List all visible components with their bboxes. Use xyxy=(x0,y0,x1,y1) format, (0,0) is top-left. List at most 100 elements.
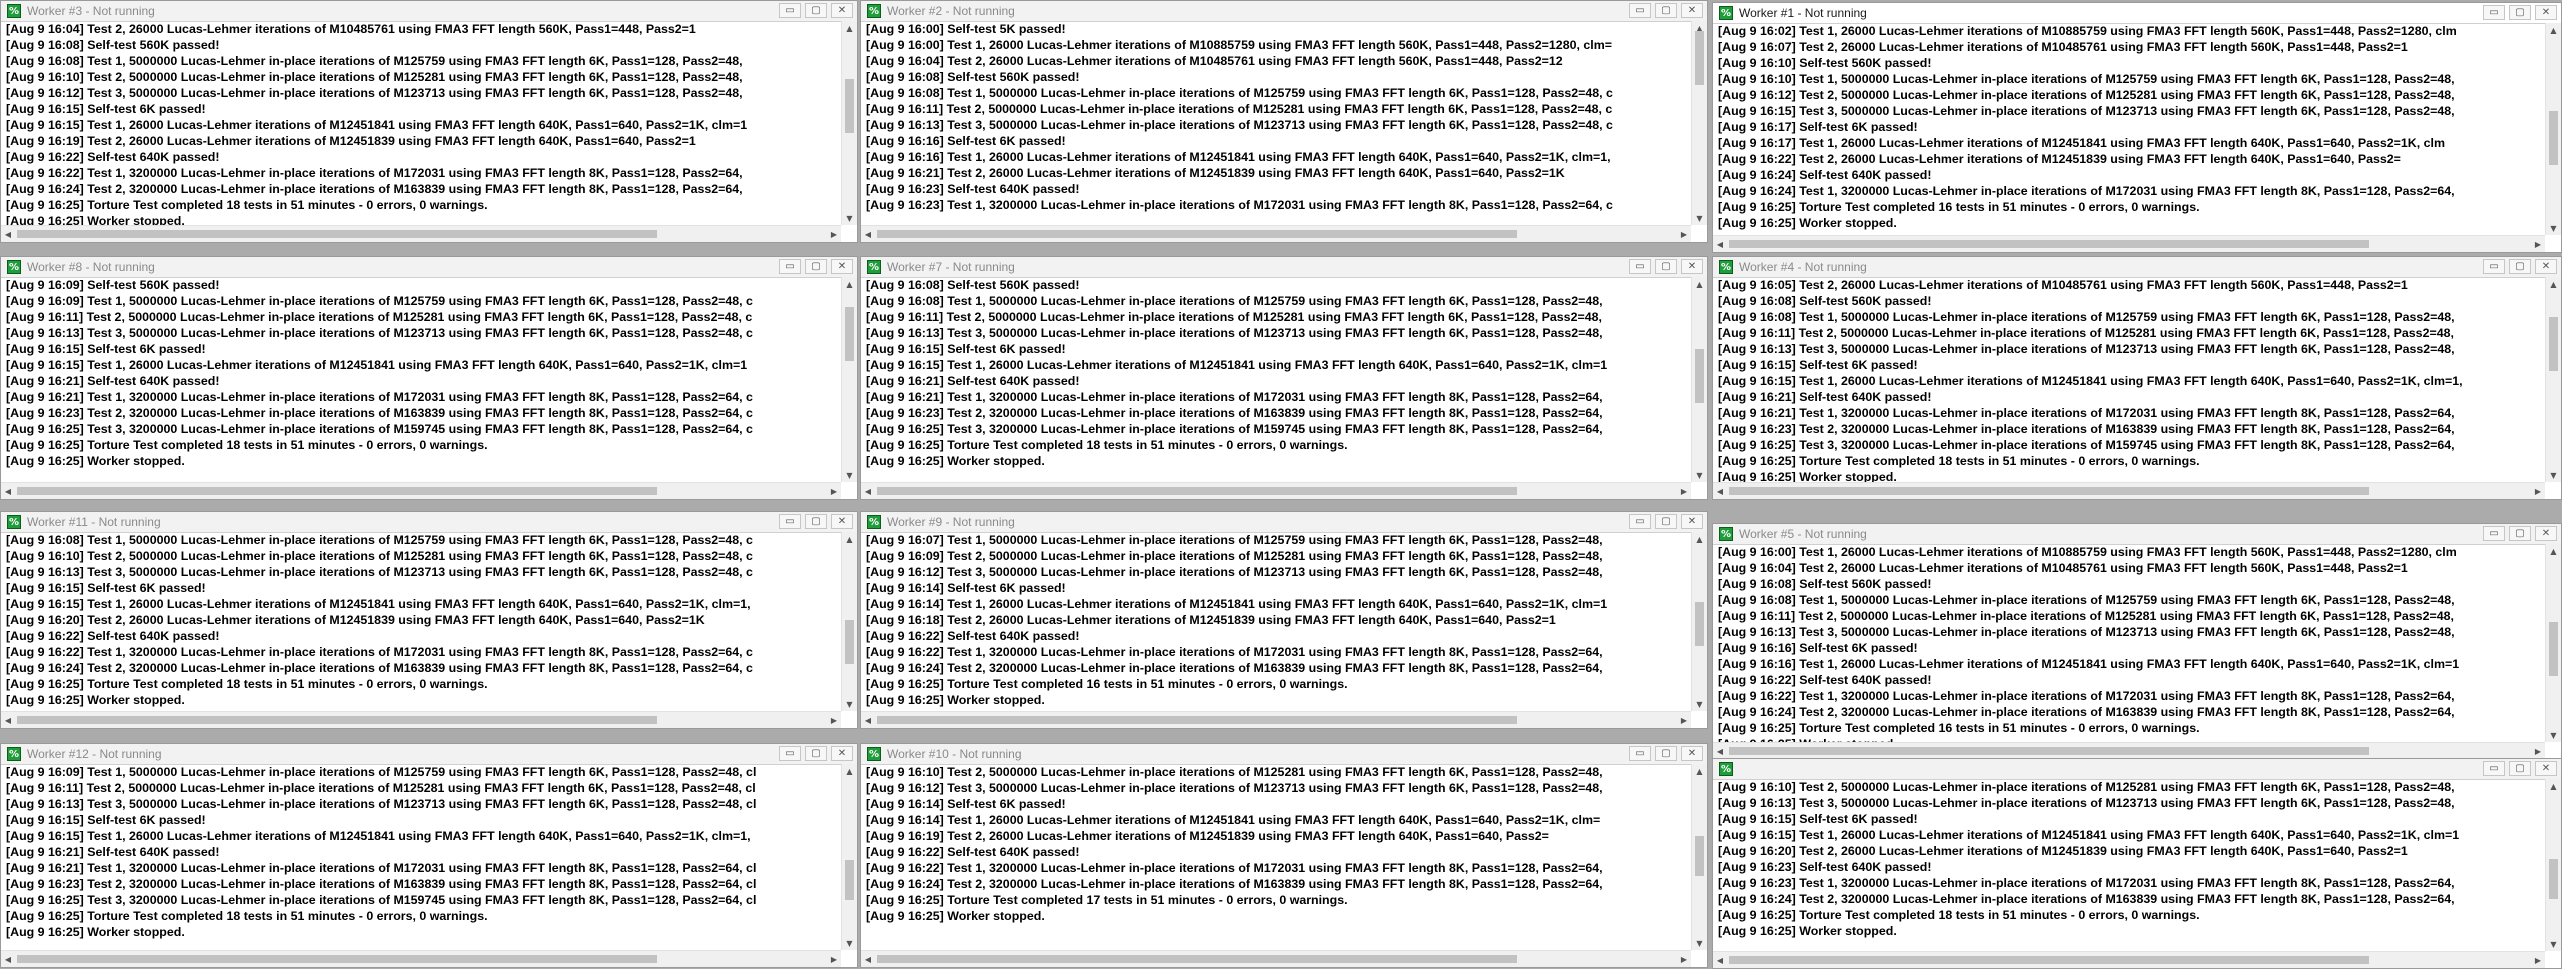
horizontal-scrollbar[interactable]: ◀ ▶ xyxy=(1,482,841,499)
minimize-button[interactable]: ▭ xyxy=(779,514,801,529)
scroll-down-icon[interactable]: ▼ xyxy=(2546,728,2561,742)
scroll-down-icon[interactable]: ▼ xyxy=(1692,697,1707,711)
scroll-down-icon[interactable]: ▼ xyxy=(2546,937,2561,951)
scroll-right-icon[interactable]: ▶ xyxy=(827,713,841,727)
close-button[interactable]: ✕ xyxy=(1681,746,1703,761)
worker-window-2[interactable]: % Worker #2 - Not running ▭ ▢ ✕ [Aug 9 16:00]… xyxy=(860,0,1708,243)
horizontal-scrollbar[interactable]: ◀ ▶ xyxy=(1713,951,2545,968)
title-bar[interactable]: % Worker #4 - Not running ▭ ▢ ✕ xyxy=(1713,257,2561,278)
vertical-scroll-thumb[interactable] xyxy=(845,79,854,133)
maximize-button[interactable]: ▢ xyxy=(805,3,827,18)
horizontal-scrollbar[interactable]: ◀ ▶ xyxy=(861,225,1691,242)
minimize-button[interactable]: ▭ xyxy=(1629,746,1651,761)
horizontal-scroll-thumb[interactable] xyxy=(877,716,1517,724)
title-bar[interactable]: % Worker #12 - Not running ▭ ▢ ✕ xyxy=(1,744,857,765)
scroll-down-icon[interactable]: ▼ xyxy=(1692,211,1707,225)
close-button[interactable]: ✕ xyxy=(1681,259,1703,274)
horizontal-scroll-thumb[interactable] xyxy=(17,487,657,495)
scroll-up-icon[interactable]: ▲ xyxy=(842,764,857,778)
title-bar[interactable]: % Worker #10 - Not running ▭ ▢ ✕ xyxy=(861,744,1707,765)
title-bar[interactable]: % Worker #2 - Not running ▭ ▢ ✕ xyxy=(861,1,1707,22)
scroll-left-icon[interactable]: ◀ xyxy=(1713,484,1727,498)
horizontal-scroll-thumb[interactable] xyxy=(877,487,1517,495)
minimize-button[interactable]: ▭ xyxy=(779,259,801,274)
maximize-button[interactable]: ▢ xyxy=(805,259,827,274)
maximize-button[interactable]: ▢ xyxy=(1655,259,1677,274)
close-button[interactable]: ✕ xyxy=(831,514,853,529)
maximize-button[interactable]: ▢ xyxy=(2509,259,2531,274)
scroll-left-icon[interactable]: ◀ xyxy=(861,227,875,241)
scroll-right-icon[interactable]: ▶ xyxy=(1677,227,1691,241)
worker-window-7[interactable]: % Worker #7 - Not running ▭ ▢ ✕ [Aug 9 16:08]… xyxy=(860,256,1708,500)
scroll-up-icon[interactable]: ▲ xyxy=(1692,277,1707,291)
close-button[interactable]: ✕ xyxy=(1681,3,1703,18)
title-bar[interactable]: % Worker #9 - Not running ▭ ▢ ✕ xyxy=(861,512,1707,533)
minimize-button[interactable]: ▭ xyxy=(2483,761,2505,776)
vertical-scroll-thumb[interactable] xyxy=(1695,349,1704,403)
close-button[interactable]: ✕ xyxy=(831,259,853,274)
horizontal-scrollbar[interactable]: ◀ ▶ xyxy=(861,482,1691,499)
scroll-right-icon[interactable]: ▶ xyxy=(827,484,841,498)
vertical-scroll-thumb[interactable] xyxy=(1695,602,1704,646)
vertical-scroll-thumb[interactable] xyxy=(2549,622,2558,676)
horizontal-scrollbar[interactable]: ◀ ▶ xyxy=(1713,742,2545,759)
scroll-left-icon[interactable]: ◀ xyxy=(1713,237,1727,251)
horizontal-scrollbar[interactable]: ◀ ▶ xyxy=(861,950,1691,967)
maximize-button[interactable]: ▢ xyxy=(2509,526,2531,541)
minimize-button[interactable]: ▭ xyxy=(2483,5,2505,20)
scroll-down-icon[interactable]: ▼ xyxy=(1692,936,1707,950)
vertical-scroll-thumb[interactable] xyxy=(1695,836,1704,876)
minimize-button[interactable]: ▭ xyxy=(2483,259,2505,274)
title-bar[interactable]: % Worker #7 - Not running ▭ ▢ ✕ xyxy=(861,257,1707,278)
maximize-button[interactable]: ▢ xyxy=(1655,746,1677,761)
title-bar[interactable]: % Worker #3 - Not running ▭ ▢ ✕ xyxy=(1,1,857,22)
title-bar[interactable]: % Worker #8 - Not running ▭ ▢ ✕ xyxy=(1,257,857,278)
scroll-left-icon[interactable]: ◀ xyxy=(861,713,875,727)
close-button[interactable]: ✕ xyxy=(2535,761,2557,776)
scroll-left-icon[interactable]: ◀ xyxy=(861,484,875,498)
title-bar[interactable]: % Worker #11 - Not running ▭ ▢ ✕ xyxy=(1,512,857,533)
scroll-up-icon[interactable]: ▲ xyxy=(2546,277,2561,291)
scroll-right-icon[interactable]: ▶ xyxy=(1677,952,1691,966)
worker-window-1[interactable]: % Worker #1 - Not running ▭ ▢ ✕ [Aug 9 16:02]… xyxy=(1712,2,2562,253)
horizontal-scrollbar[interactable]: ◀ ▶ xyxy=(861,711,1691,728)
close-button[interactable]: ✕ xyxy=(2535,526,2557,541)
scroll-down-icon[interactable]: ▼ xyxy=(2546,468,2561,482)
minimize-button[interactable]: ▭ xyxy=(1629,514,1651,529)
horizontal-scroll-thumb[interactable] xyxy=(1729,487,2369,495)
worker-window-6[interactable]: % ▭ ▢ ✕ [Aug 9 16:10] Test 2, 5000000 Lucas-… xyxy=(1712,758,2562,969)
scroll-up-icon[interactable]: ▲ xyxy=(842,532,857,546)
scroll-left-icon[interactable]: ◀ xyxy=(1,227,15,241)
scroll-right-icon[interactable]: ▶ xyxy=(827,952,841,966)
vertical-scrollbar[interactable]: ▲ ▼ xyxy=(1691,277,1707,482)
scroll-up-icon[interactable]: ▲ xyxy=(842,21,857,35)
worker-window-4[interactable]: % Worker #4 - Not running ▭ ▢ ✕ [Aug 9 16:05]… xyxy=(1712,256,2562,500)
vertical-scroll-thumb[interactable] xyxy=(845,860,854,900)
minimize-button[interactable]: ▭ xyxy=(779,746,801,761)
vertical-scrollbar[interactable]: ▲ ▼ xyxy=(1691,532,1707,711)
minimize-button[interactable]: ▭ xyxy=(1629,3,1651,18)
scroll-right-icon[interactable]: ▶ xyxy=(2531,484,2545,498)
scroll-right-icon[interactable]: ▶ xyxy=(827,227,841,241)
horizontal-scrollbar[interactable]: ◀ ▶ xyxy=(1713,482,2545,499)
worker-window-5[interactable]: % Worker #5 - Not running ▭ ▢ ✕ [Aug 9 16:00]… xyxy=(1712,523,2562,760)
close-button[interactable]: ✕ xyxy=(831,3,853,18)
worker-window-10[interactable]: % Worker #10 - Not running ▭ ▢ ✕ [Aug 9 16:10… xyxy=(860,743,1708,968)
horizontal-scroll-thumb[interactable] xyxy=(17,955,657,963)
maximize-button[interactable]: ▢ xyxy=(2509,5,2531,20)
close-button[interactable]: ✕ xyxy=(2535,5,2557,20)
worker-window-9[interactable]: % Worker #9 - Not running ▭ ▢ ✕ [Aug 9 16:07]… xyxy=(860,511,1708,729)
vertical-scrollbar[interactable]: ▲ ▼ xyxy=(841,764,857,950)
vertical-scrollbar[interactable]: ▲ ▼ xyxy=(2545,544,2561,742)
minimize-button[interactable]: ▭ xyxy=(1629,259,1651,274)
maximize-button[interactable]: ▢ xyxy=(1655,3,1677,18)
title-bar[interactable]: % Worker #5 - Not running ▭ ▢ ✕ xyxy=(1713,524,2561,545)
scroll-left-icon[interactable]: ◀ xyxy=(1,484,15,498)
scroll-up-icon[interactable]: ▲ xyxy=(1692,532,1707,546)
horizontal-scrollbar[interactable]: ◀ ▶ xyxy=(1,225,841,242)
scroll-down-icon[interactable]: ▼ xyxy=(1692,468,1707,482)
minimize-button[interactable]: ▭ xyxy=(779,3,801,18)
minimize-button[interactable]: ▭ xyxy=(2483,526,2505,541)
scroll-down-icon[interactable]: ▼ xyxy=(842,936,857,950)
scroll-up-icon[interactable]: ▲ xyxy=(842,277,857,291)
